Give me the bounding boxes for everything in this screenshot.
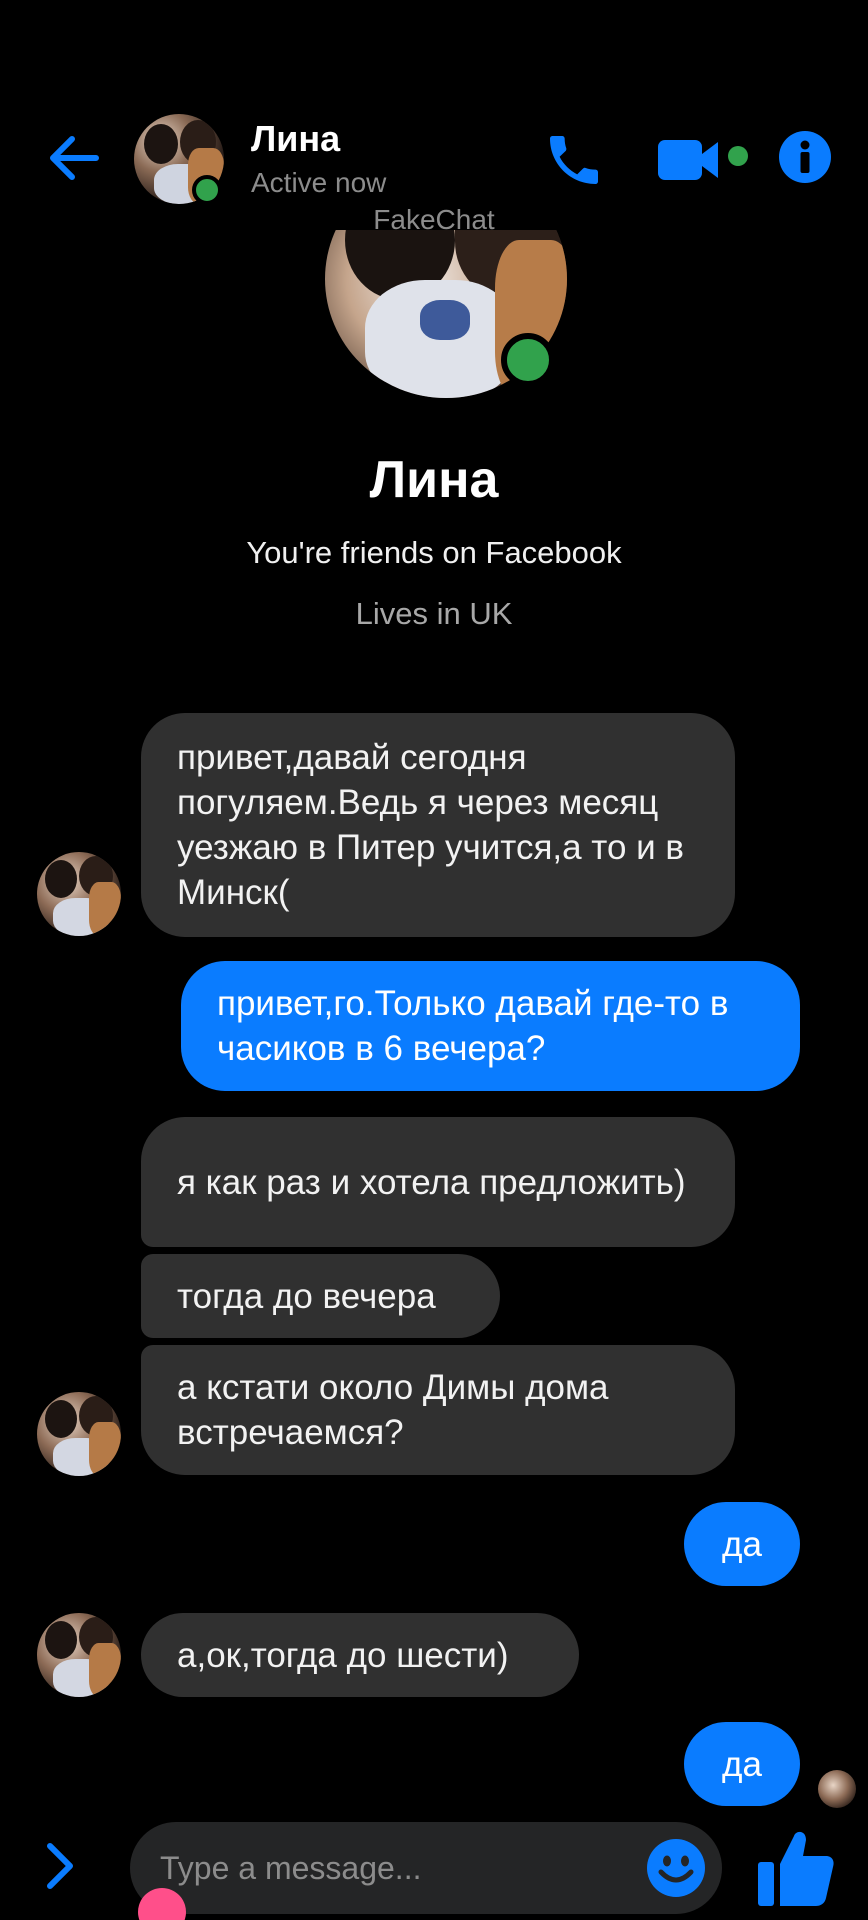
message-bubble-outgoing[interactable]: да [684,1722,800,1806]
video-camera-icon [658,140,748,180]
sender-avatar[interactable] [37,1392,121,1476]
expand-actions-button[interactable] [38,1838,82,1894]
message-composer [130,1822,722,1914]
info-icon [779,131,831,183]
message-bubble-incoming[interactable]: привет,давай сегодня погуляем.Ведь я чер… [141,713,735,937]
voice-call-button[interactable] [542,128,606,192]
chat-header: Лина Active now [0,0,868,230]
profile-name: Лина [369,451,499,509]
chevron-right-icon [47,1843,73,1889]
message-bubble-incoming[interactable]: а кстати около Димы дома встречаемся? [141,1345,735,1475]
emoji-icon [647,1839,705,1897]
read-receipt-avatar [818,1770,856,1808]
video-call-button[interactable] [656,130,752,190]
back-button[interactable] [44,128,104,188]
contact-name[interactable]: Лина [251,118,340,160]
back-arrow-icon [50,136,99,180]
message-bubble-outgoing[interactable]: привет,го.Только давай где-то в часиков … [181,961,800,1091]
message-input[interactable] [160,1822,630,1914]
message-bubble-incoming[interactable]: я как раз и хотела предложить) [141,1117,735,1247]
location-info: Lives in UK [355,596,513,631]
contact-status: Active now [251,167,387,198]
message-bubble-incoming[interactable]: тогда до вечера [141,1254,500,1338]
thumbs-up-icon [758,1831,834,1906]
watermark: FakeChat [373,204,495,235]
emoji-button[interactable] [646,1838,706,1898]
phone-icon [550,136,598,184]
sender-avatar[interactable] [37,852,121,936]
profile-online-indicator [501,333,555,387]
message-bubble-outgoing[interactable]: да [684,1502,800,1586]
message-bubble-incoming[interactable]: а,ок,тогда до шести) [141,1613,579,1697]
like-button[interactable] [756,1826,836,1910]
online-indicator [192,175,222,205]
info-button[interactable] [778,130,832,184]
friends-status: You're friends on Facebook [246,535,622,570]
sender-avatar[interactable] [37,1613,121,1697]
